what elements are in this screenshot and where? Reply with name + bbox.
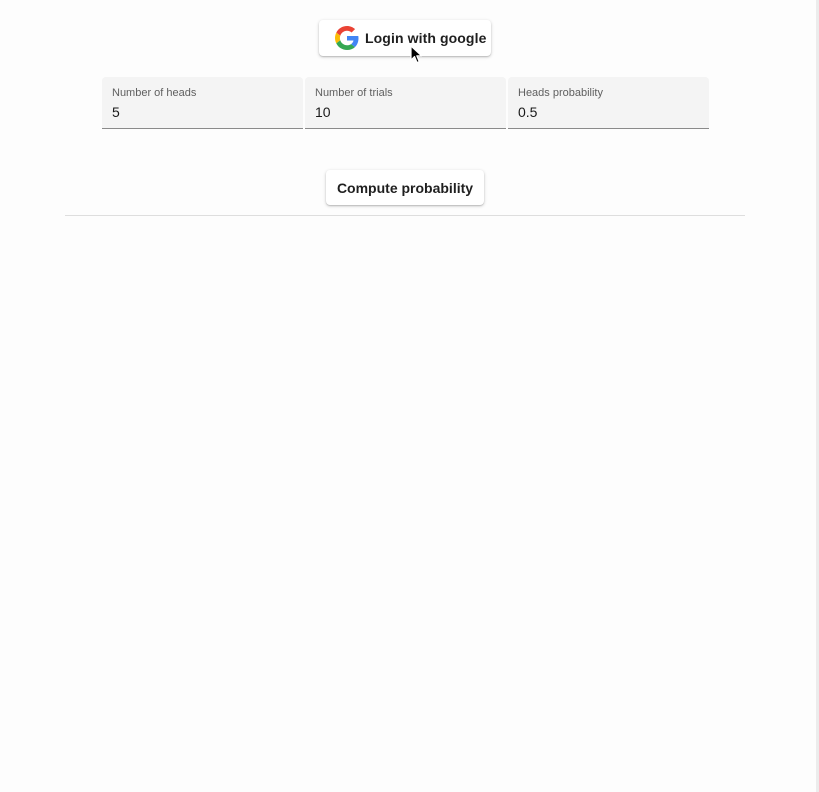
compute-probability-button[interactable]: Compute probability [326, 170, 484, 205]
login-with-google-button[interactable]: Login with google [319, 20, 491, 56]
heads-probability-field[interactable]: Heads probability 0.5 [508, 77, 709, 129]
number-of-heads-label: Number of heads [112, 87, 197, 99]
number-of-heads-field[interactable]: Number of heads 5 [102, 77, 303, 129]
number-of-trials-input[interactable]: 10 [315, 104, 496, 121]
number-of-trials-label: Number of trials [315, 87, 393, 99]
heads-probability-label: Heads probability [518, 87, 603, 99]
google-g-icon [335, 26, 359, 50]
login-button-label: Login with google [365, 30, 487, 46]
number-of-heads-input[interactable]: 5 [112, 104, 293, 121]
mouse-cursor-icon [410, 45, 423, 64]
number-of-trials-field[interactable]: Number of trials 10 [305, 77, 506, 129]
divider [65, 215, 745, 216]
heads-probability-input[interactable]: 0.5 [518, 104, 699, 121]
parameter-fields: Number of heads 5 Number of trials 10 He… [102, 77, 711, 129]
page: Login with google Number of heads 5 Numb… [0, 0, 819, 792]
